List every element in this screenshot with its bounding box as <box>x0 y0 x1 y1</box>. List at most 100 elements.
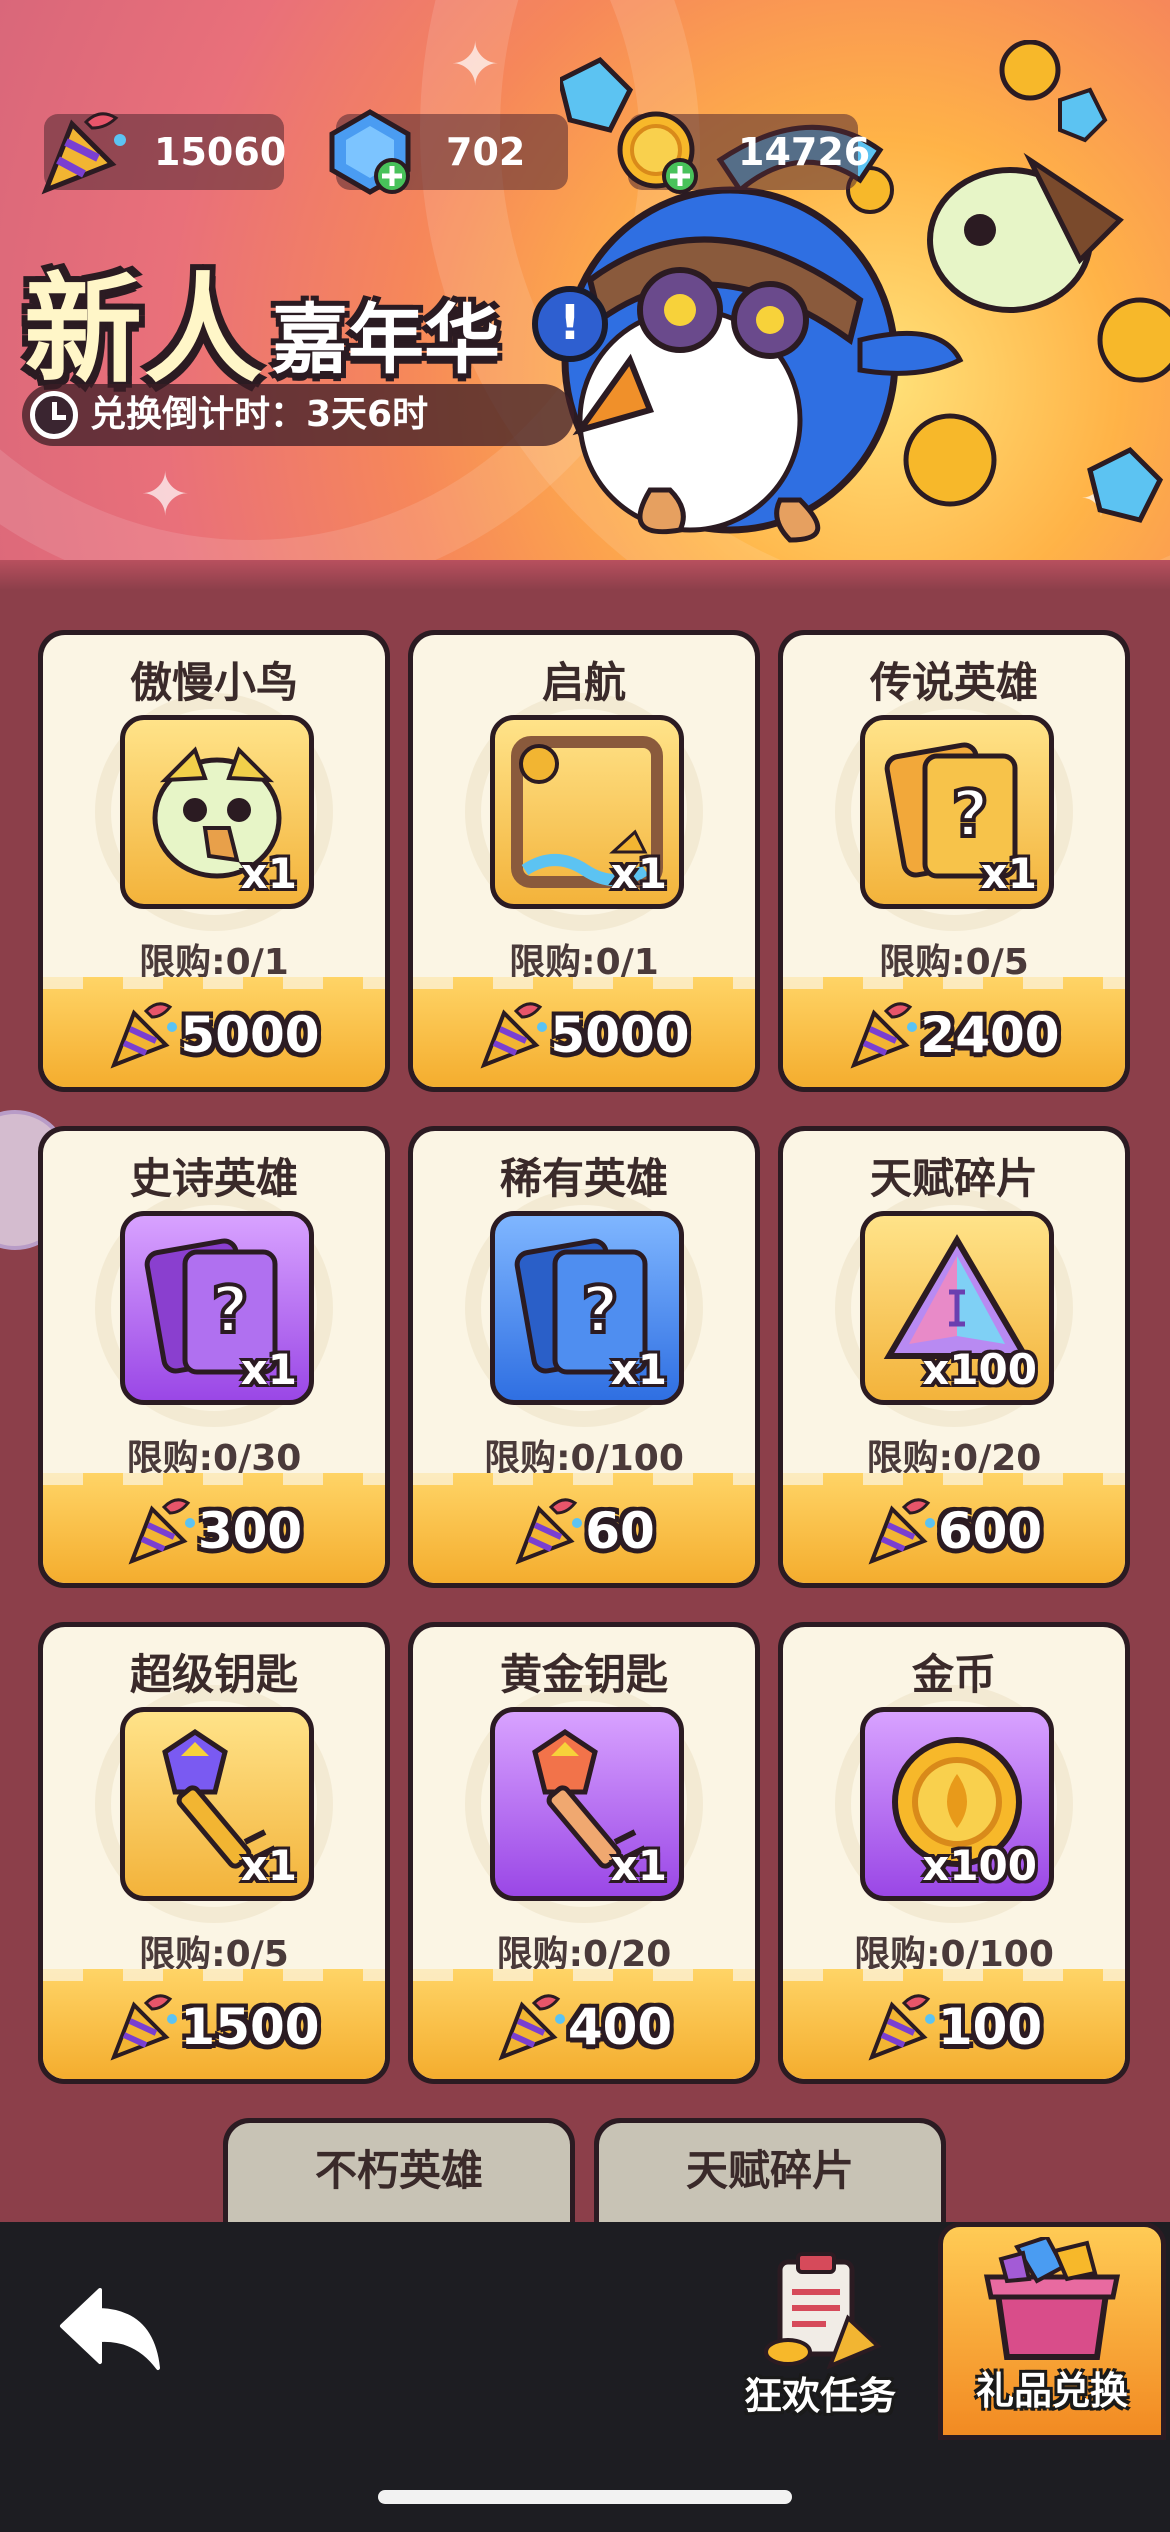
item-price: 300 <box>197 1502 303 1560</box>
svg-text:?: ? <box>951 778 988 852</box>
item-quantity: x1 <box>610 1345 667 1394</box>
party-popper-icon <box>498 1994 565 2061</box>
party-popper-icon <box>41 112 126 195</box>
countdown-text: 兑换倒计时：3天6时 <box>90 394 429 435</box>
card-body: 传说英雄? x1 限购:0/5 2400 <box>783 635 1125 1087</box>
resource-value: 702 <box>446 130 526 174</box>
event-title-sub: 嘉年华 <box>272 295 500 384</box>
gift-box-icon <box>983 2237 1121 2360</box>
item-quantity: x1 <box>240 849 297 898</box>
card-body: 超级钥匙 x1 限购:0/5 1500 <box>43 1627 385 2079</box>
card-body: 史诗英雄? x1 限购:0/30 300 <box>43 1131 385 1583</box>
item-name: 不朽英雄 <box>314 2146 483 2195</box>
item-card[interactable]: 天赋碎片 x100 限购:0/20 600 <box>778 1126 1130 1588</box>
item-name: 金币 <box>911 1650 996 1699</box>
svg-text:?: ? <box>211 1274 248 1348</box>
item-price: 400 <box>567 1998 673 2056</box>
item-icon-box: x100 <box>860 1211 1054 1405</box>
item-name: 史诗英雄 <box>129 1154 298 1203</box>
item-quantity: x1 <box>240 1345 297 1394</box>
price-button[interactable]: 2400 <box>783 977 1125 1087</box>
item-price: 5000 <box>180 1006 320 1064</box>
item-card[interactable]: 超级钥匙 x1 限购:0/5 1500 <box>38 1622 390 2084</box>
item-price: 1500 <box>180 1998 320 2056</box>
item-card[interactable]: 黄金钥匙 x1 限购:0/20 400 <box>408 1622 760 2084</box>
item-card[interactable]: 传说英雄? x1 限购:0/5 2400 <box>778 630 1130 1092</box>
card-body: 稀有英雄? x1 限购:0/100 60 <box>413 1131 755 1583</box>
item-price: 60 <box>585 1502 655 1560</box>
item-name: 天赋碎片 <box>869 1154 1038 1203</box>
resource-value: 15060 <box>154 130 287 174</box>
party-popper-icon <box>868 1498 935 1565</box>
price-button[interactable]: 5000 <box>43 977 385 1087</box>
item-name: 超级钥匙 <box>129 1650 298 1699</box>
clock-icon <box>30 391 78 439</box>
item-icon-box: x1 <box>120 1707 314 1901</box>
card-body: 傲慢小鸟 x1 限购:0/1 5000 <box>43 635 385 1087</box>
info-button[interactable]: ! <box>532 286 608 362</box>
sparkle-icon: ✦ <box>140 460 191 530</box>
price-button[interactable]: 1500 <box>43 1969 385 2079</box>
item-price: 100 <box>937 1998 1043 2056</box>
item-name: 傲慢小鸟 <box>129 658 298 707</box>
resource-value: 14726 <box>738 130 871 174</box>
item-quantity: x100 <box>922 1841 1037 1890</box>
task-clipboard-icon <box>764 2252 882 2370</box>
item-name: 启航 <box>541 658 626 707</box>
price-button[interactable]: 600 <box>783 1473 1125 1583</box>
party-popper-icon <box>480 1002 548 1069</box>
price-button[interactable]: 60 <box>413 1473 755 1583</box>
tab-label: 礼品兑换 <box>975 2369 1128 2413</box>
event-title-main: 新人 <box>24 261 265 399</box>
item-name: 天赋碎片 <box>685 2146 854 2195</box>
item-price: 600 <box>937 1502 1043 1560</box>
sparkle-icon: ✦ <box>450 30 501 100</box>
item-card[interactable]: 稀有英雄? x1 限购:0/100 60 <box>408 1126 760 1588</box>
item-card[interactable]: 史诗英雄? x1 限购:0/30 300 <box>38 1126 390 1588</box>
tab-gift-exchange[interactable]: 礼品兑换 <box>938 2222 1166 2440</box>
gold-coin-icon <box>617 111 698 194</box>
price-button[interactable]: 400 <box>413 1969 755 2079</box>
item-icon-box: x1 <box>120 715 314 909</box>
item-price: 5000 <box>550 1006 690 1064</box>
bottom-nav: 狂欢任务 礼品兑换 <box>0 2222 1170 2532</box>
blue-gem-icon <box>329 109 411 195</box>
item-card[interactable]: 傲慢小鸟 x1 限购:0/1 5000 <box>38 630 390 1092</box>
tab-label: 狂欢任务 <box>743 2374 896 2418</box>
card-body: 黄金钥匙 x1 限购:0/20 400 <box>413 1627 755 2079</box>
event-banner: ✦ ✦ ✦ 15060 702 <box>0 0 1170 590</box>
item-name: 传说英雄 <box>869 658 1038 707</box>
svg-text:?: ? <box>581 1274 618 1348</box>
item-card[interactable]: 启航 x1 限购:0/1 5000 <box>408 630 760 1092</box>
home-indicator[interactable] <box>378 2490 792 2504</box>
item-icon-box: ? x1 <box>490 1211 684 1405</box>
party-popper-icon <box>110 1994 178 2061</box>
card-body: 金币 x100 限购:0/100 100 <box>783 1627 1125 2079</box>
party-popper-icon <box>868 1994 935 2061</box>
back-arrow-icon[interactable] <box>56 2282 166 2378</box>
tab-carnival-tasks[interactable]: 狂欢任务 <box>730 2222 910 2440</box>
countdown-pill: 兑换倒计时：3天6时 <box>22 384 574 446</box>
item-quantity: x1 <box>980 849 1037 898</box>
item-name: 稀有英雄 <box>499 1154 668 1203</box>
price-button[interactable]: 300 <box>43 1473 385 1583</box>
item-price: 2400 <box>920 1006 1060 1064</box>
party-popper-icon <box>110 1002 178 1069</box>
item-quantity: x1 <box>610 1841 667 1890</box>
item-quantity: x100 <box>922 1345 1037 1394</box>
item-icon-box: x1 <box>490 1707 684 1901</box>
party-popper-icon <box>515 1498 583 1565</box>
item-quantity: x1 <box>240 1841 297 1890</box>
card-body: 天赋碎片 x100 限购:0/20 600 <box>783 1131 1125 1583</box>
party-popper-icon <box>128 1498 195 1565</box>
party-popper-icon <box>850 1002 918 1069</box>
item-quantity: x1 <box>610 849 667 898</box>
item-icon-box: x1 <box>490 715 684 909</box>
item-icon-box: ? x1 <box>120 1211 314 1405</box>
price-button[interactable]: 5000 <box>413 977 755 1087</box>
price-button[interactable]: 100 <box>783 1969 1125 2079</box>
item-name: 黄金钥匙 <box>499 1650 668 1699</box>
card-body: 启航 x1 限购:0/1 5000 <box>413 635 755 1087</box>
item-icon-box: ? x1 <box>860 715 1054 909</box>
item-card[interactable]: 金币 x100 限购:0/100 100 <box>778 1622 1130 2084</box>
